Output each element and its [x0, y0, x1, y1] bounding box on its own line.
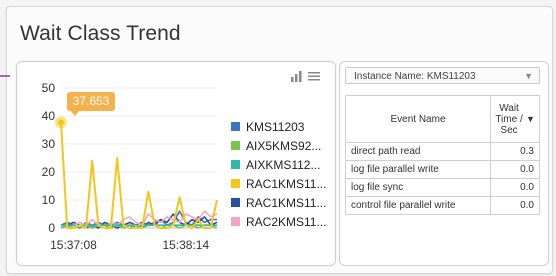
y-tick-label: 10	[42, 193, 56, 207]
legend-label: AIX5KMS92...	[246, 138, 322, 153]
legend-label: RAC2KMS11...	[246, 214, 327, 229]
legend-swatch	[231, 160, 240, 169]
instance-name-select[interactable]: Instance Name: KMS11203 ▼	[345, 67, 540, 84]
wait-time-cell: 0.0	[490, 178, 540, 197]
x-tick-label: 15:37:08	[50, 238, 97, 252]
column-header-event-name[interactable]: Event Name	[345, 95, 491, 143]
legend-label: KMS11203	[246, 119, 305, 134]
event-name-cell: log file sync	[345, 178, 491, 197]
column-header-wait-time[interactable]: Wait Time / Sec▼	[490, 95, 540, 143]
chevron-down-icon: ▼	[524, 71, 533, 81]
column-header-event-name-label: Event Name	[390, 113, 446, 125]
legend-item[interactable]: RAC2KMS11...	[231, 212, 326, 231]
y-tick-label: 30	[42, 137, 56, 151]
wait-time-cell: 0.0	[490, 160, 540, 179]
table-row[interactable]: control file parallel write 0.0	[345, 196, 540, 215]
y-tick-label: 20	[42, 165, 56, 179]
sort-descending-icon: ▼	[526, 113, 535, 124]
bar-chart-icon[interactable]	[290, 69, 304, 83]
event-name-cell: direct path read	[345, 142, 491, 161]
y-tick-label: 50	[42, 81, 56, 95]
wait-time-cell: 0.3	[490, 142, 540, 161]
column-header-wait-time-label: Wait Time / Sec	[495, 102, 523, 136]
event-name-cell: log file parallel write	[345, 160, 491, 179]
x-tick-label: 15:38:14	[162, 238, 209, 252]
legend-swatch	[231, 122, 240, 131]
chart-legend: KMS11203 AIX5KMS92... AIXKMS112... RAC1KMS1…	[231, 117, 326, 231]
y-tick-label: 0	[48, 221, 55, 235]
accent-line	[0, 75, 10, 77]
series-line	[60, 122, 218, 229]
wait-time-cell: 0.0	[490, 196, 540, 215]
legend-item[interactable]: AIXKMS112...	[231, 155, 326, 174]
instance-name-label: Instance Name: KMS11203	[354, 71, 476, 82]
legend-label: RAC1KMS11...	[246, 195, 327, 210]
event-name-cell: control file parallel write	[345, 196, 491, 215]
legend-item[interactable]: RAC1KMS11...	[231, 174, 326, 193]
legend-item[interactable]: RAC1KMS11...	[231, 193, 326, 212]
legend-swatch	[231, 217, 240, 226]
panel-title: Wait Class Trend	[20, 22, 181, 45]
menu-icon[interactable]	[307, 69, 321, 83]
events-table: Event Name Wait Time / Sec▼ direct path …	[345, 95, 540, 215]
legend-label: AIXKMS112...	[246, 157, 321, 172]
table-row[interactable]: log file sync 0.0	[345, 178, 540, 197]
data-point	[58, 119, 64, 126]
value-tooltip: 37.653	[67, 92, 115, 116]
legend-item[interactable]: KMS11203	[231, 117, 326, 136]
y-tick-label: 40	[42, 109, 56, 123]
legend-swatch	[231, 179, 240, 188]
table-row[interactable]: direct path read 0.3	[345, 142, 540, 161]
legend-label: RAC1KMS11...	[246, 176, 327, 191]
chart-toolbar	[290, 69, 321, 83]
legend-swatch	[231, 141, 240, 150]
table-row[interactable]: log file parallel write 0.0	[345, 160, 540, 179]
legend-swatch	[231, 198, 240, 207]
legend-item[interactable]: AIX5KMS92...	[231, 136, 326, 155]
